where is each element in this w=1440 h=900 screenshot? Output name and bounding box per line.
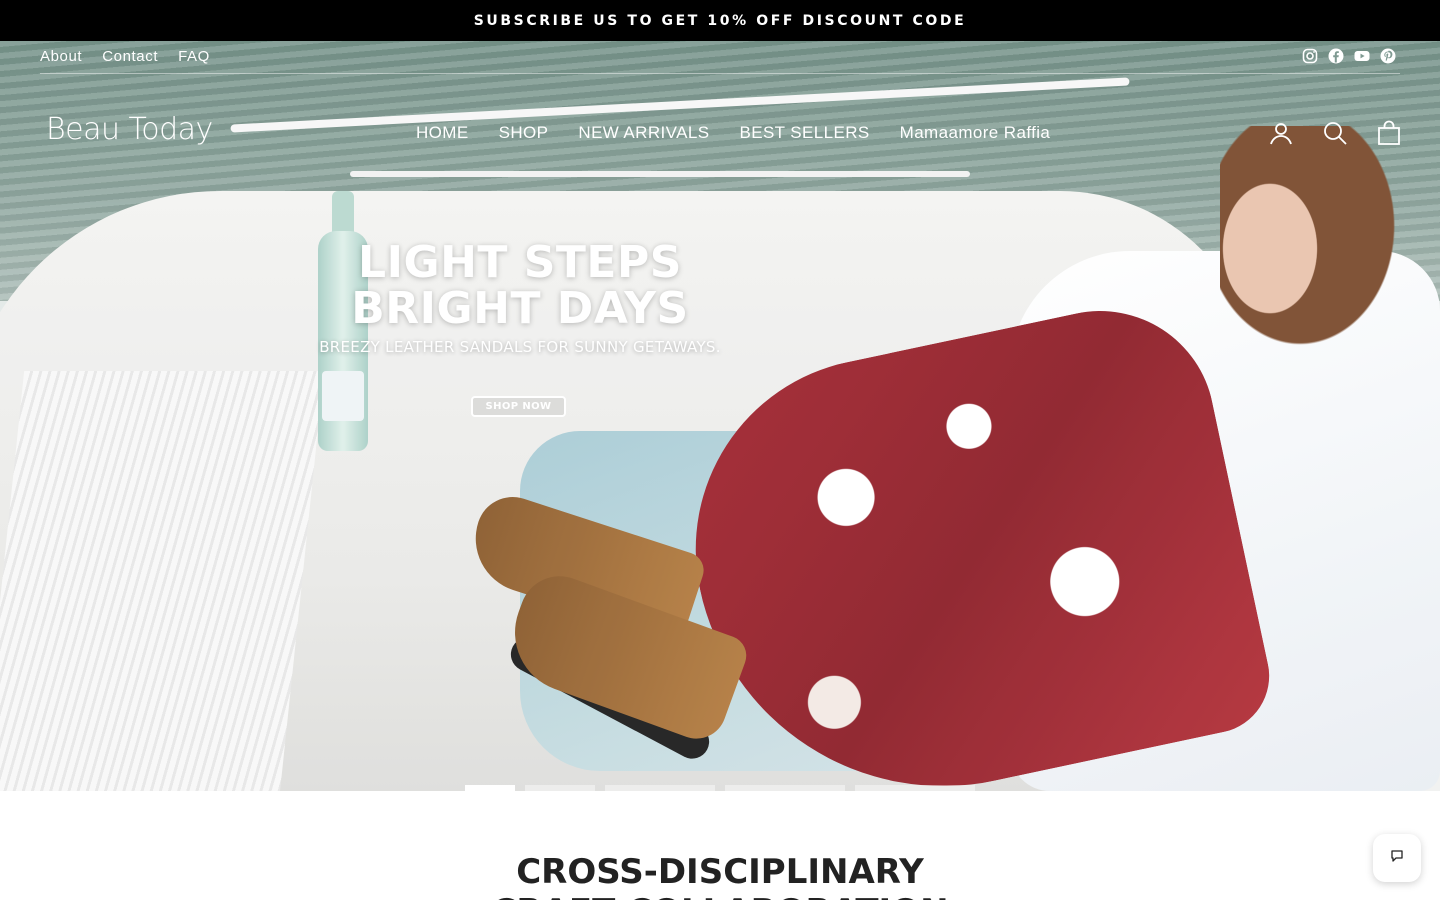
chat-button[interactable] [1373,834,1421,882]
main-nav: HOME SHOP NEW ARRIVALS BEST SELLERS Mama… [416,123,1050,143]
slider-indicators [465,785,975,791]
slide-indicator-5[interactable] [855,785,975,791]
account-icon[interactable] [1268,120,1294,146]
nav-home[interactable]: HOME [416,123,469,143]
nav-mamaamore-raffia[interactable]: Mamaamore Raffia [900,123,1051,143]
instagram-icon[interactable] [1302,48,1318,64]
slide-indicator-3[interactable] [605,785,715,791]
youtube-icon[interactable] [1354,48,1370,64]
slide-indicator-1[interactable] [465,785,515,791]
nav-faq-link[interactable]: FAQ [178,48,210,65]
announcement-text: SUBSCRIBE US TO GET 10% OFF DISCOUNT COD… [473,12,967,29]
hero-banner[interactable] [0,41,1440,791]
hero-text-block: LIGHT STEPS BRIGHT DAYS BREEZY LEATHER S… [300,237,740,357]
pinterest-icon[interactable] [1380,48,1396,64]
slide-indicator-2[interactable] [525,785,595,791]
nav-contact-link[interactable]: Contact [102,48,158,65]
hero-title-line2: BRIGHT DAYS [351,283,689,334]
header-actions [1268,120,1402,146]
search-icon[interactable] [1322,120,1348,146]
facebook-icon[interactable] [1328,48,1344,64]
hero-title-line1: LIGHT STEPS [358,237,682,288]
section-title: CROSS-DISCIPLINARY CRAFT COLLABORATION [0,852,1440,900]
nav-shop[interactable]: SHOP [499,123,549,143]
cart-icon[interactable] [1376,120,1402,146]
hero-overlay [0,41,1440,791]
announcement-bar[interactable]: SUBSCRIBE US TO GET 10% OFF DISCOUNT COD… [0,0,1440,41]
chat-icon [1390,849,1404,868]
nav-best-sellers[interactable]: BEST SELLERS [739,123,869,143]
brand-logo[interactable]: Beau Today [46,112,213,147]
section-title-line1: CROSS-DISCIPLINARY [516,852,924,892]
shop-now-button[interactable]: SHOP NOW [471,396,566,417]
hero-subtitle: BREEZY LEATHER SANDALS FOR SUNNY GETAWAY… [319,338,721,356]
nav-new-arrivals[interactable]: NEW ARRIVALS [578,123,709,143]
slide-indicator-4[interactable] [725,785,845,791]
nav-about-link[interactable]: About [40,48,82,65]
section-title-line2: CRAFT COLLABORATION [0,892,1440,900]
utility-nav: About Contact FAQ [40,41,1400,74]
